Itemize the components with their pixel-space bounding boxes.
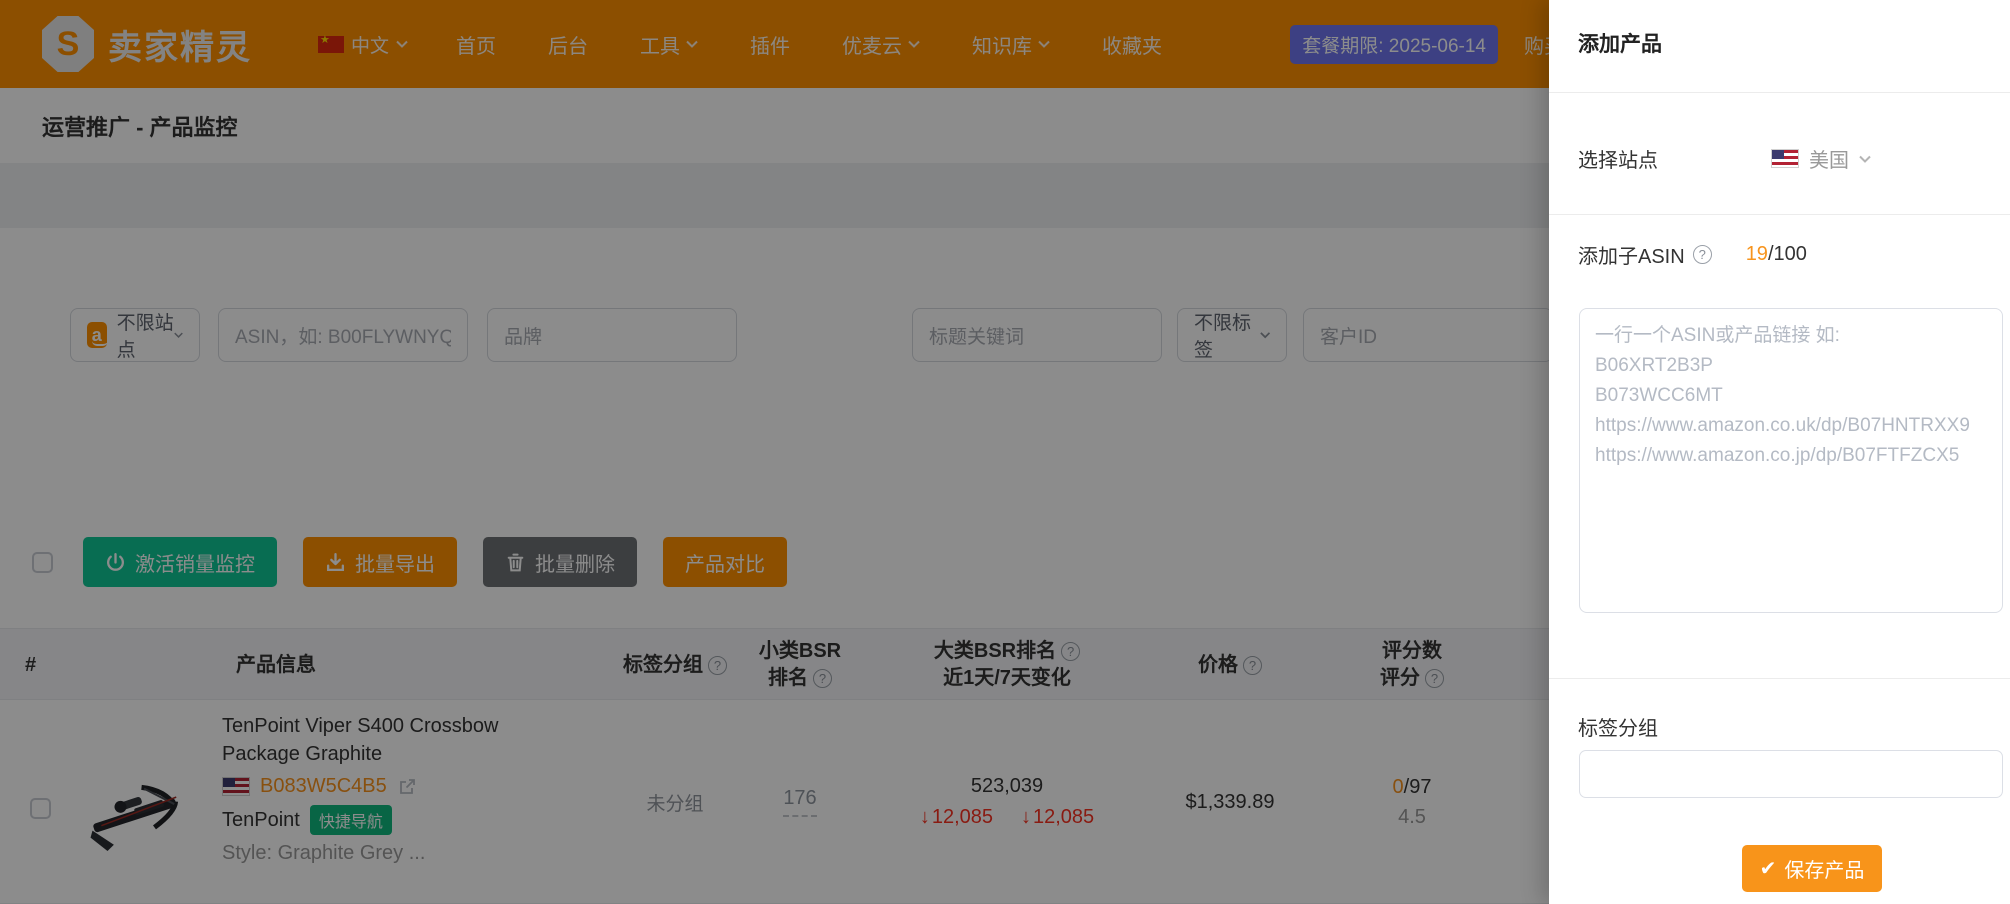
chevron-down-icon [1859, 155, 1871, 163]
site-select-label: 选择站点 [1578, 144, 1658, 173]
tag-group-input[interactable] [1579, 750, 2003, 798]
add-asin-label: 添加子ASIN [1578, 240, 1685, 269]
asin-textarea[interactable] [1579, 308, 2003, 613]
check-icon: ✔ [1760, 856, 1777, 881]
site-select-value: 美国 [1809, 144, 1849, 173]
modal-overlay[interactable] [0, 0, 1549, 904]
drawer-title: 添加产品 [1578, 28, 1662, 58]
us-flag-icon [1771, 149, 1799, 168]
site-select[interactable]: 美国 [1771, 144, 1871, 173]
add-asin-row: 添加子ASIN ? 19/100 [1578, 240, 1807, 269]
add-product-drawer: 添加产品 选择站点 美国 添加子ASIN ? 19/100 标签分组 ✔ 保存产… [1549, 0, 2010, 904]
asin-counter: 19/100 [1746, 243, 1807, 266]
save-product-button[interactable]: ✔ 保存产品 [1742, 845, 1882, 892]
help-icon[interactable]: ? [1693, 245, 1712, 264]
tag-group-label: 标签分组 [1578, 712, 1658, 741]
site-select-row: 选择站点 美国 [1578, 144, 1988, 173]
